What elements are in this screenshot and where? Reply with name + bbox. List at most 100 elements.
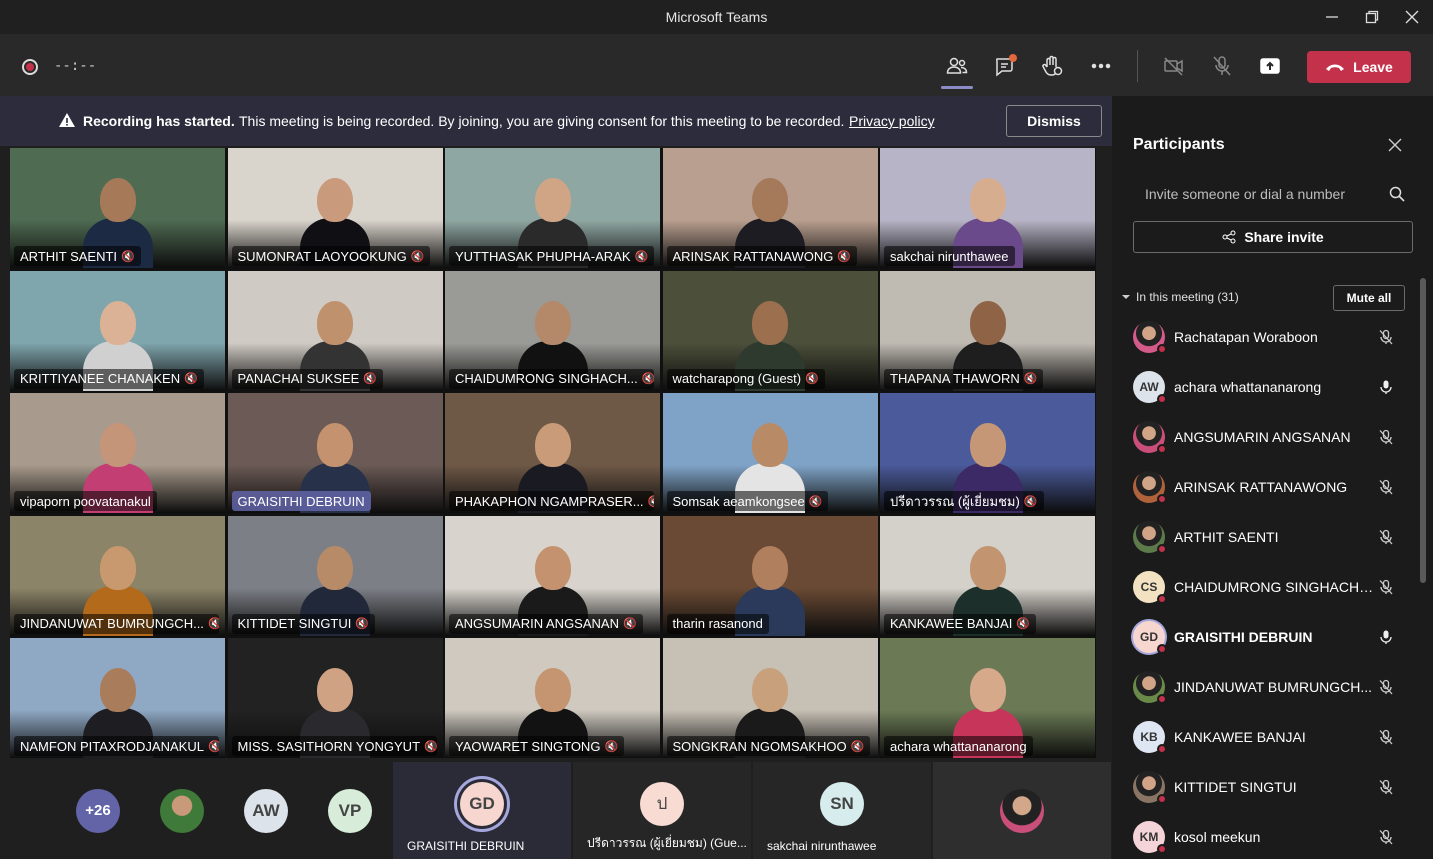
mic-muted-icon[interactable] xyxy=(1378,829,1394,850)
participant-row[interactable]: KM kosol meekun xyxy=(1112,812,1418,859)
participant-row[interactable]: KITTIDET SINGTUI xyxy=(1112,762,1418,812)
video-name-tag: KANKAWEE BANJAI 🔇 xyxy=(884,613,1037,634)
video-participant-name: KANKAWEE BANJAI xyxy=(890,616,1013,631)
mic-muted-icon[interactable] xyxy=(1378,779,1394,800)
video-tile[interactable]: YUTTHASAK PHUPHA-ARAK 🔇 xyxy=(445,148,660,268)
mic-muted-icon[interactable] xyxy=(1378,479,1394,500)
share-invite-button[interactable]: Share invite xyxy=(1133,221,1413,253)
video-participant-name: ANGSUMARIN ANGSANAN xyxy=(455,616,619,631)
participant-row[interactable]: JINDANUWAT BUMRUNGCH... xyxy=(1112,662,1418,712)
video-tile[interactable]: NAMFON PITAXRODJANAKUL 🔇 xyxy=(10,638,225,758)
strip-tile-sn[interactable]: SN sakchai nirunthawee xyxy=(753,762,931,859)
video-tile[interactable]: ANGSUMARIN ANGSANAN 🔇 xyxy=(445,515,660,636)
video-tile[interactable]: ARINSAK RATTANAWONG 🔇 xyxy=(662,148,878,268)
mic-muted-icon[interactable] xyxy=(1378,529,1394,550)
strip-tile-photo[interactable] xyxy=(152,762,212,859)
mute-all-button[interactable]: Mute all xyxy=(1333,285,1405,311)
participant-row[interactable]: ANGSUMARIN ANGSANAN xyxy=(1112,412,1418,462)
video-tile[interactable]: KRITTIYANEE CHANAKEN 🔇 xyxy=(10,270,225,391)
video-participant-name: NAMFON PITAXRODJANAKUL xyxy=(20,738,204,754)
privacy-policy-link[interactable]: Privacy policy xyxy=(849,113,935,129)
video-tile[interactable]: sakchai nirunthawee xyxy=(880,148,1095,268)
mic-muted-icon[interactable] xyxy=(1378,679,1394,700)
more-participants-button[interactable]: +26 xyxy=(68,762,128,859)
strip-tile-aw[interactable]: AW xyxy=(236,762,296,859)
video-tile[interactable]: KANKAWEE BANJAI 🔇 xyxy=(880,515,1095,636)
video-tile[interactable]: ปรีดาวรรณ (ผู้เยี่ยมชม) 🔇 xyxy=(880,393,1095,513)
more-options-button[interactable] xyxy=(1083,48,1119,84)
video-name-tag: SUMONRAT LAOYOOKUNG 🔇 xyxy=(231,246,431,266)
reactions-button[interactable] xyxy=(1034,48,1070,84)
leave-label: Leave xyxy=(1353,59,1393,75)
chevron-down-icon xyxy=(1122,295,1130,299)
video-participant-name: achara whattananarong xyxy=(890,738,1027,754)
leave-button[interactable]: Leave xyxy=(1307,51,1411,83)
strip-tile-self[interactable] xyxy=(933,762,1111,859)
mic-muted-icon[interactable] xyxy=(1378,579,1394,600)
video-tile[interactable]: JINDANUWAT BUMRUNGCH... 🔇 xyxy=(10,515,225,636)
mic-muted-icon: 🔇 xyxy=(1023,495,1038,508)
avatar-aw: AW xyxy=(244,788,288,833)
mic-icon[interactable] xyxy=(1378,379,1394,400)
participant-name: kosol meekun xyxy=(1174,829,1261,845)
video-tile[interactable]: PHAKAPHON NGAMPRASER... 🔇 xyxy=(445,393,660,513)
participant-row[interactable]: GD GRAISITHI DEBRUIN xyxy=(1112,612,1418,662)
avatar-vp: VP xyxy=(328,788,372,833)
camera-button[interactable] xyxy=(1156,48,1192,84)
strip-tile-vp[interactable]: VP xyxy=(320,762,380,859)
video-tile[interactable]: SONGKRAN NGOMSAKHOO 🔇 xyxy=(662,638,878,758)
close-window-icon[interactable] xyxy=(1393,0,1431,34)
dismiss-button[interactable]: Dismiss xyxy=(1006,105,1102,137)
participant-name: CHAIDUMRONG SINGHACHA... xyxy=(1174,579,1374,595)
mic-muted-icon: 🔇 xyxy=(424,740,437,753)
participant-row[interactable]: CS CHAIDUMRONG SINGHACHA... xyxy=(1112,562,1418,612)
close-panel-icon[interactable] xyxy=(1388,138,1402,152)
mic-muted-icon[interactable] xyxy=(1378,729,1394,750)
video-participant-name: MISS. SASITHORN YONGYUT xyxy=(237,738,421,754)
video-tile[interactable]: CHAIDUMRONG SINGHACH... 🔇 xyxy=(445,270,660,391)
participant-name: ANGSUMARIN ANGSANAN xyxy=(1174,429,1351,445)
participant-row[interactable]: Rachatapan Woraboon xyxy=(1112,312,1418,362)
video-tile[interactable]: Somsak aeamkongsee 🔇 xyxy=(662,393,878,513)
strip-tile-gd[interactable]: GD GRAISITHI DEBRUIN xyxy=(393,762,571,859)
participant-row[interactable]: ARTHIT SAENTI xyxy=(1112,512,1418,562)
video-tile[interactable]: tharin rasanond xyxy=(662,515,878,636)
video-tile[interactable]: watcharapong (Guest) 🔇 xyxy=(662,270,878,391)
video-tile[interactable]: MISS. SASITHORN YONGYUT 🔇 xyxy=(227,638,443,758)
mic-muted-icon[interactable] xyxy=(1378,429,1394,450)
participant-row[interactable]: KB KANKAWEE BANJAI xyxy=(1112,712,1418,762)
video-tile[interactable]: KITTIDET SINGTUI 🔇 xyxy=(227,515,443,636)
video-tile[interactable]: PANACHAI SUKSEE 🔇 xyxy=(227,270,443,391)
invite-input[interactable]: Invite someone or dial a number xyxy=(1133,176,1413,212)
banner-text: This meeting is being recorded. By joini… xyxy=(239,113,845,129)
mic-muted-icon: 🔇 xyxy=(355,618,370,630)
strip-tile-pd[interactable]: ป ปรีดาวรรณ (ผู้เยี่ยมชม) (Gue... xyxy=(573,762,751,859)
search-icon[interactable] xyxy=(1389,186,1405,202)
participant-row[interactable]: AW achara whattananarong xyxy=(1112,362,1418,412)
video-tile[interactable]: YAOWARET SINGTONG 🔇 xyxy=(445,638,660,758)
maximize-icon[interactable] xyxy=(1353,0,1391,34)
mic-icon[interactable] xyxy=(1378,629,1394,650)
video-tile[interactable]: THAPANA THAWORN 🔇 xyxy=(880,270,1095,391)
video-tile[interactable]: vipaporn poovatanakul xyxy=(10,393,225,513)
video-tile[interactable]: achara whattananarong xyxy=(880,638,1095,758)
in-meeting-section-toggle[interactable]: In this meeting (31) xyxy=(1122,290,1239,304)
people-button[interactable] xyxy=(939,48,975,89)
video-tile[interactable]: ARTHIT SAENTI 🔇 xyxy=(10,148,225,268)
video-participant-name: ARINSAK RATTANAWONG xyxy=(672,248,834,264)
share-screen-button[interactable] xyxy=(1252,48,1288,84)
participant-name: GRAISITHI DEBRUIN xyxy=(1174,629,1313,645)
participant-list: Rachatapan Woraboon AW achara whattanana… xyxy=(1112,312,1418,859)
minimize-icon[interactable] xyxy=(1313,0,1351,34)
panel-title: Participants xyxy=(1133,136,1225,153)
participant-name: JINDANUWAT BUMRUNGCH... xyxy=(1174,679,1373,695)
chat-button[interactable] xyxy=(987,48,1023,84)
toolbar-divider xyxy=(1137,50,1138,82)
mic-muted-icon[interactable] xyxy=(1378,329,1394,350)
microphone-button[interactable] xyxy=(1204,48,1240,84)
status-dot xyxy=(1157,744,1167,754)
video-tile[interactable]: GRAISITHI DEBRUIN xyxy=(227,393,443,513)
participant-row[interactable]: ARINSAK RATTANAWONG xyxy=(1112,462,1418,512)
panel-scrollbar[interactable] xyxy=(1420,278,1426,583)
video-tile[interactable]: SUMONRAT LAOYOOKUNG 🔇 xyxy=(227,148,443,268)
